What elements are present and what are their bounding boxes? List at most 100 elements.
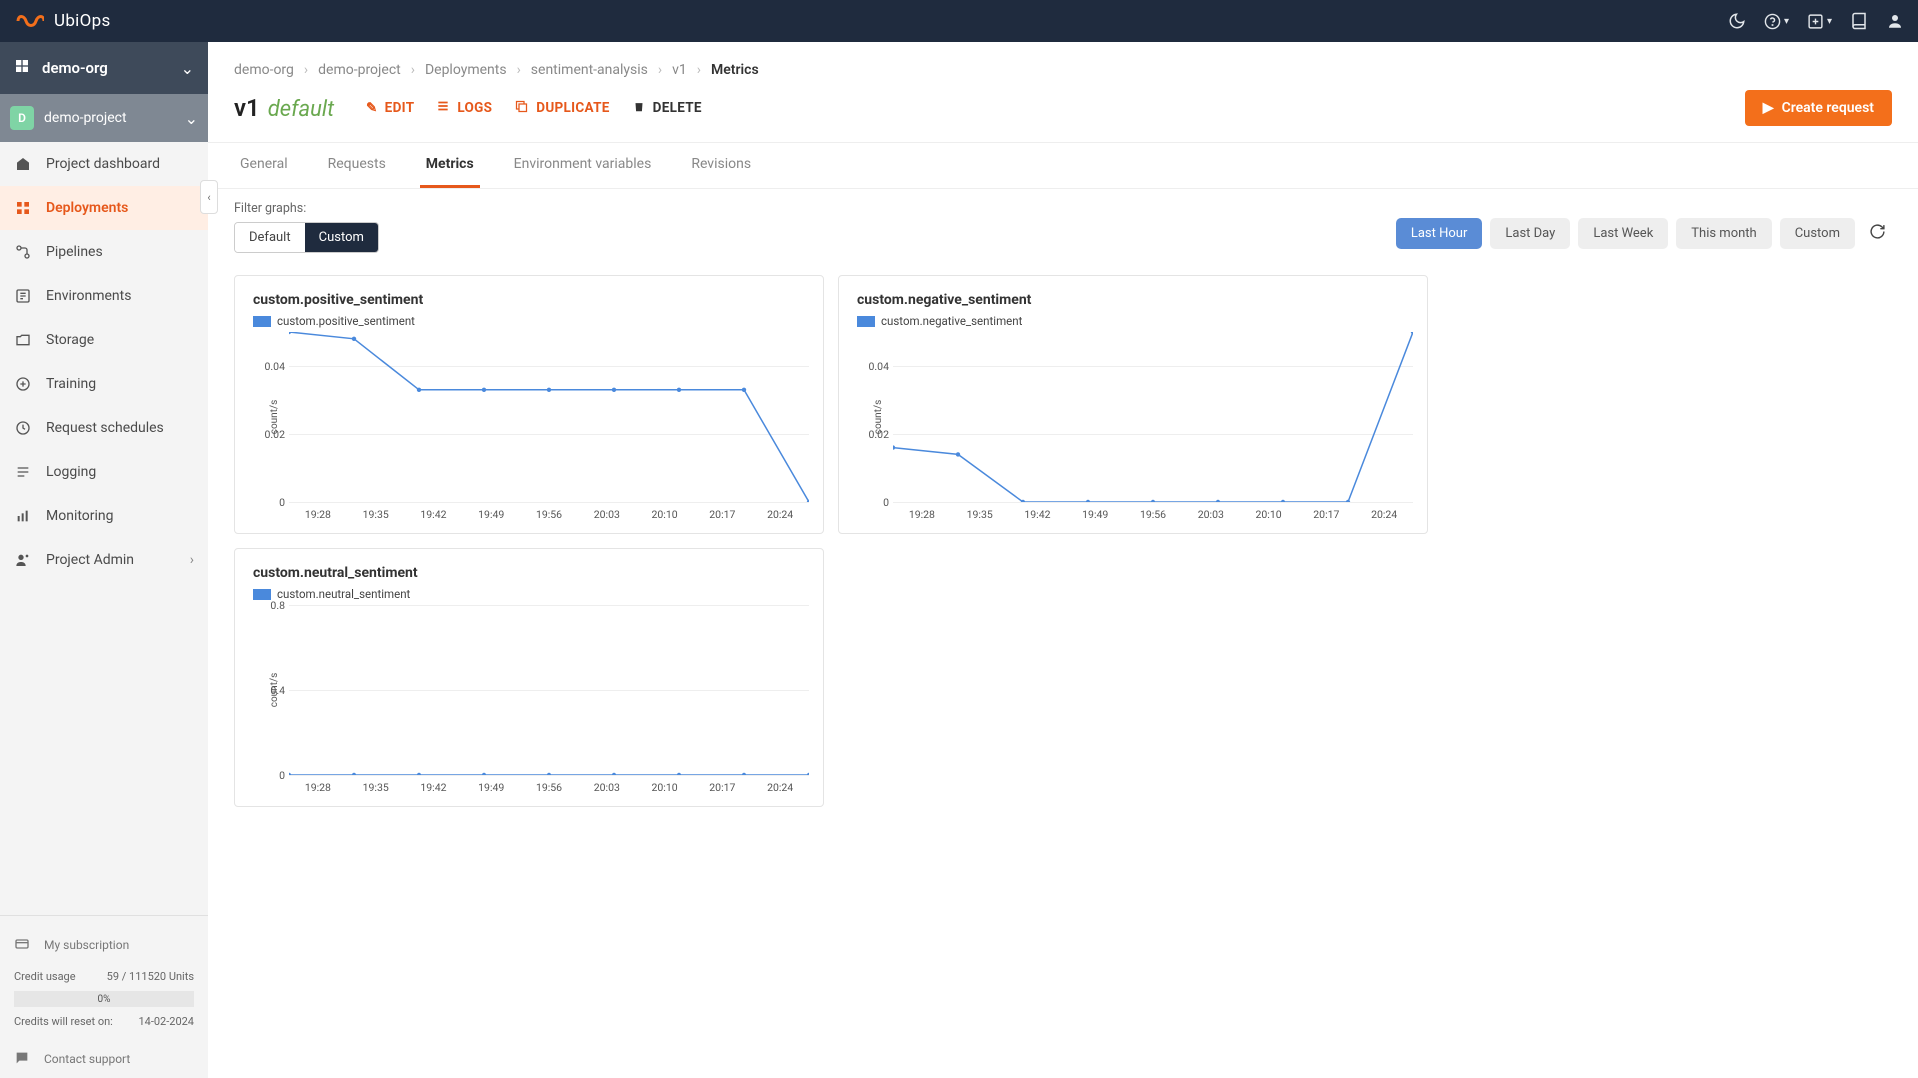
version-title: v1 <box>234 94 260 122</box>
duplicate-button[interactable]: DUPLICATE <box>514 99 609 118</box>
page-header: v1 default ✎EDIT LOGS DUPLICATE DELETE ▶… <box>208 86 1918 143</box>
delete-icon <box>632 99 646 117</box>
logging-icon <box>14 464 32 480</box>
org-icon <box>14 58 30 78</box>
sidebar-collapse-button[interactable]: ‹ <box>200 180 218 214</box>
chat-icon <box>14 1050 30 1069</box>
chart-legend: custom.negative_sentiment <box>857 314 1409 328</box>
project-name: demo-project <box>44 110 175 126</box>
x-axis: 19:2819:3519:4219:4919:5620:0320:1020:17… <box>289 781 809 794</box>
sidebar-item-monitoring[interactable]: Monitoring <box>0 494 208 538</box>
chart-card: custom.positive_sentimentcustom.positive… <box>234 275 824 534</box>
pipelines-icon <box>14 244 32 260</box>
sidebar-item-pipelines[interactable]: Pipelines <box>0 230 208 274</box>
chart-legend: custom.positive_sentiment <box>253 314 805 328</box>
docs-icon[interactable] <box>1850 12 1868 30</box>
sidebar-item-deployments[interactable]: Deployments <box>0 186 208 230</box>
duplicate-icon <box>514 99 529 118</box>
range-button-last-week[interactable]: Last Week <box>1578 218 1668 249</box>
breadcrumb-segment[interactable]: sentiment-analysis <box>531 62 648 78</box>
subscription-link[interactable]: My subscription <box>0 926 208 964</box>
filter-custom-button[interactable]: Custom <box>305 223 378 252</box>
legend-label: custom.negative_sentiment <box>881 314 1022 328</box>
sidebar-item-logging[interactable]: Logging <box>0 450 208 494</box>
chevron-right-icon: › <box>190 552 194 568</box>
brand-name: UbiOps <box>54 11 111 31</box>
breadcrumb: demo-org › demo-project › Deployments › sentim… <box>208 42 1918 86</box>
clock-icon <box>14 420 32 436</box>
admin-icon <box>14 552 32 568</box>
filter-segment: Default Custom <box>234 222 379 253</box>
card-icon <box>14 936 30 955</box>
chart-legend: custom.neutral_sentiment <box>253 587 805 601</box>
range-button-this-month[interactable]: This month <box>1676 218 1771 249</box>
org-name: demo-org <box>42 59 169 77</box>
chart-card: custom.neutral_sentiment custom.neutral_s… <box>234 548 824 807</box>
x-axis: 19:2819:3519:4219:4919:5620:0320:1020:17… <box>893 508 1413 521</box>
breadcrumb-segment[interactable]: demo-org <box>234 62 294 78</box>
add-icon[interactable]: ▾ <box>1807 13 1832 30</box>
tab-environment-variables[interactable]: Environment variables <box>508 143 658 188</box>
sidebar: demo-org ⌄ D demo-project ⌄ Project dash… <box>0 42 208 1078</box>
filter-graphs-label: Filter graphs: <box>234 201 379 216</box>
org-selector[interactable]: demo-org ⌄ <box>0 42 208 94</box>
sidebar-item-admin[interactable]: Project Admin› <box>0 538 208 582</box>
tab-metrics[interactable]: Metrics <box>420 143 480 188</box>
breadcrumb-segment: Metrics <box>711 62 759 78</box>
main-content: demo-org › demo-project › Deployments › sentim… <box>208 42 1918 1078</box>
create-request-button[interactable]: ▶Create request <box>1745 90 1892 126</box>
theme-toggle-icon[interactable] <box>1728 12 1746 30</box>
tabs: General Requests Metrics Environment variab… <box>208 143 1918 189</box>
sidebar-item-storage[interactable]: Storage <box>0 318 208 362</box>
legend-swatch <box>253 316 271 327</box>
training-icon <box>14 376 32 392</box>
credit-reset-value: 14-02-2024 <box>138 1015 194 1028</box>
project-selector[interactable]: D demo-project ⌄ <box>0 94 208 142</box>
chevron-right-icon: › <box>658 62 662 78</box>
refresh-icon[interactable] <box>1863 217 1892 250</box>
home-icon <box>14 156 32 172</box>
credit-progress-bar: 0% <box>14 991 194 1007</box>
contact-support-link[interactable]: Contact support <box>0 1040 208 1078</box>
sidebar-item-training[interactable]: Training <box>0 362 208 406</box>
chevron-down-icon: ⌄ <box>181 59 194 78</box>
chart-title: custom.neutral_sentiment <box>253 565 805 581</box>
project-badge: D <box>10 106 34 130</box>
deployments-icon <box>14 200 32 216</box>
edit-icon: ✎ <box>366 100 378 116</box>
chart-title: custom.negative_sentiment <box>857 292 1409 308</box>
delete-button[interactable]: DELETE <box>632 99 702 117</box>
edit-button[interactable]: ✎EDIT <box>366 100 414 116</box>
filter-default-button[interactable]: Default <box>235 223 305 252</box>
sidebar-item-dashboard[interactable]: Project dashboard <box>0 142 208 186</box>
legend-label: custom.neutral_sentiment <box>277 587 410 601</box>
range-button-custom[interactable]: Custom <box>1780 218 1855 249</box>
filter-row: Filter graphs: Default Custom Last HourL… <box>208 189 1918 253</box>
sidebar-item-environments[interactable]: Environments <box>0 274 208 318</box>
range-button-last-day[interactable]: Last Day <box>1490 218 1570 249</box>
tab-requests[interactable]: Requests <box>322 143 392 188</box>
credit-reset-label: Credits will reset on: <box>14 1015 113 1028</box>
help-icon[interactable]: ▾ <box>1764 13 1789 30</box>
breadcrumb-segment[interactable]: Deployments <box>425 62 507 78</box>
logs-icon <box>436 99 450 117</box>
chevron-right-icon: › <box>517 62 521 78</box>
tab-general[interactable]: General <box>234 143 294 188</box>
sidebar-footer: My subscription Credit usage59 / 111520 … <box>0 915 208 1078</box>
logs-button[interactable]: LOGS <box>436 99 492 117</box>
breadcrumb-segment[interactable]: v1 <box>672 62 687 78</box>
chart-plot: count/s00.020.04 <box>289 332 809 502</box>
time-range-selector: Last HourLast Day Last Week This month Cust… <box>1396 217 1892 250</box>
range-button-last-hour[interactable]: Last Hour <box>1396 218 1483 249</box>
storage-icon <box>14 332 32 348</box>
legend-swatch <box>857 316 875 327</box>
breadcrumb-segment[interactable]: demo-project <box>318 62 401 78</box>
chevron-right-icon: › <box>697 62 701 78</box>
tab-revisions[interactable]: Revisions <box>685 143 757 188</box>
chart-plot: count/s00.020.04 <box>893 332 1413 502</box>
sidebar-item-schedules[interactable]: Request schedules <box>0 406 208 450</box>
user-icon[interactable] <box>1886 12 1904 30</box>
top-bar: UbiOps ▾ ▾ <box>0 0 1918 42</box>
legend-label: custom.positive_sentiment <box>277 314 415 328</box>
credit-usage-value: 59 / 111520 Units <box>107 970 194 983</box>
